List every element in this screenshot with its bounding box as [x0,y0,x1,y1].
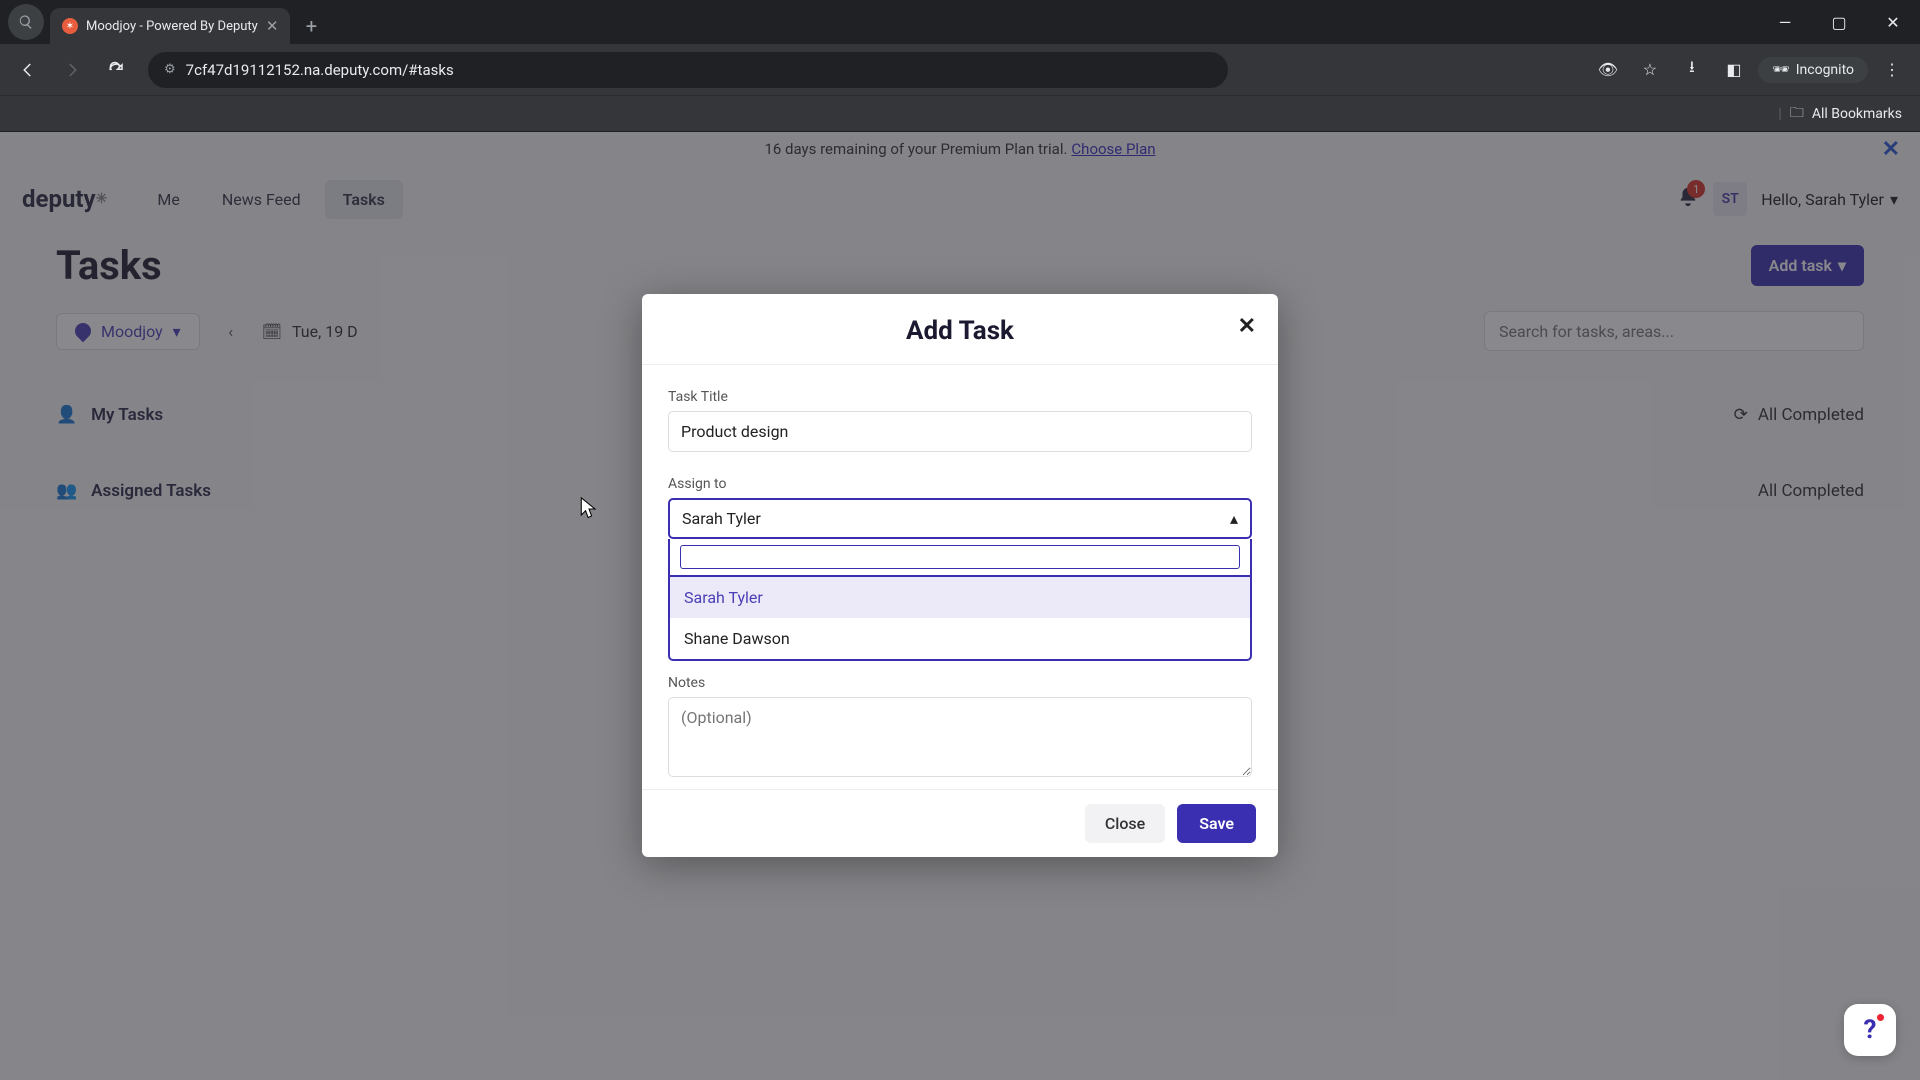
window-close-icon[interactable]: ✕ [1866,0,1920,44]
downloads-icon[interactable]: ⭳ [1674,52,1710,88]
address-bar[interactable]: ⚙ 7cf47d19112152.na.deputy.com/#tasks [148,52,1228,88]
modal-title: Add Task [642,316,1278,346]
incognito-label: Incognito [1796,62,1854,78]
reload-button[interactable] [98,52,134,88]
sidepanel-icon[interactable]: ◧ [1716,52,1752,88]
assign-selected-value: Sarah Tyler [682,509,761,528]
tab-close-icon[interactable]: ✕ [266,19,279,34]
back-button[interactable] [10,52,46,88]
notes-textarea[interactable] [668,697,1252,777]
notes-label: Notes [668,675,1252,691]
url-text: 7cf47d19112152.na.deputy.com/#tasks [186,61,454,79]
folder-icon: 🗀 [1790,102,1804,126]
help-fab[interactable]: ? [1844,1004,1896,1056]
bookmarks-bar: | 🗀 All Bookmarks [0,96,1920,132]
app-page: 16 days remaining of your Premium Plan t… [0,132,1920,1080]
assign-filter-input[interactable] [680,545,1240,569]
assign-to-select[interactable]: Sarah Tyler ▴ [668,498,1252,539]
save-button[interactable]: Save [1177,804,1256,843]
bookmark-star-icon[interactable]: ☆ [1632,52,1668,88]
browser-titlebar: ✶ Moodjoy - Powered By Deputy ✕ + — ▢ ✕ [0,0,1920,44]
site-settings-icon[interactable]: ⚙ [164,62,176,77]
tab-search-icon[interactable] [8,4,44,40]
window-minimize-icon[interactable]: — [1758,0,1812,44]
forward-button[interactable] [54,52,90,88]
incognito-chip[interactable]: 🕶 Incognito [1758,57,1868,83]
eye-off-icon[interactable]: 👁 [1590,52,1626,88]
assign-options-list: Sarah Tyler Shane Dawson [668,577,1252,661]
new-tab-button[interactable]: + [296,11,326,41]
menu-kebab-icon[interactable]: ⋮ [1874,52,1910,88]
close-button[interactable]: Close [1085,804,1165,843]
assign-filter-box [668,539,1252,577]
window-maximize-icon[interactable]: ▢ [1812,0,1866,44]
chevron-up-icon: ▴ [1230,509,1238,528]
tab-favicon-icon: ✶ [62,18,78,34]
task-title-label: Task Title [668,389,1252,405]
window-controls: — ▢ ✕ [1758,0,1920,44]
assign-option[interactable]: Shane Dawson [670,618,1250,659]
notif-dot-icon [1877,1014,1884,1021]
all-bookmarks-button[interactable]: All Bookmarks [1812,106,1902,122]
mouse-cursor-icon [580,497,598,525]
browser-tab[interactable]: ✶ Moodjoy - Powered By Deputy ✕ [50,8,290,44]
task-title-input[interactable] [668,411,1252,452]
browser-toolbar: ⚙ 7cf47d19112152.na.deputy.com/#tasks 👁 … [0,44,1920,96]
add-task-modal: Add Task ✕ Task Title Assign to Sarah Ty… [642,294,1278,857]
modal-close-icon[interactable]: ✕ [1238,314,1256,339]
incognito-icon: 🕶 [1772,62,1790,78]
tab-title: Moodjoy - Powered By Deputy [86,19,258,34]
assign-option[interactable]: Sarah Tyler [670,577,1250,618]
assign-to-label: Assign to [668,476,1252,492]
